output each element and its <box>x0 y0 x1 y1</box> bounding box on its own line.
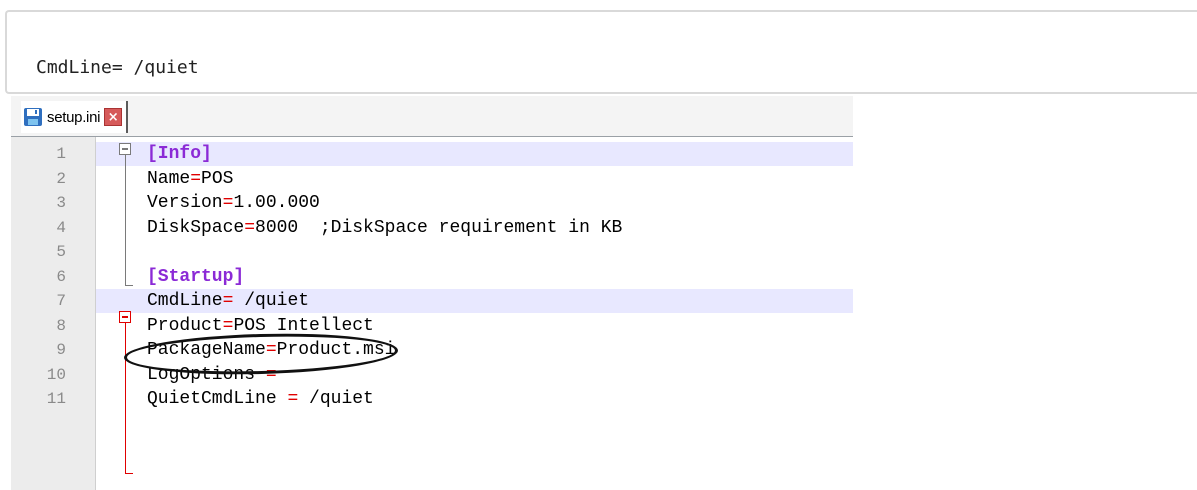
equals-operator: = <box>287 389 299 409</box>
code-line[interactable]: [Startup] <box>147 265 244 289</box>
line-number: 3 <box>56 194 66 212</box>
line-number: 4 <box>56 218 66 237</box>
fold-guide-end <box>125 473 133 474</box>
code-token: Name <box>147 168 191 189</box>
section-header: [Startup] <box>147 266 245 287</box>
line-number: 6 <box>56 267 66 286</box>
fold-collapse-icon[interactable] <box>119 143 131 155</box>
tab-label: setup.ini <box>47 108 101 126</box>
code-token: DiskSpace <box>147 217 245 238</box>
equals-operator: = <box>222 315 234 336</box>
fold-guide <box>125 155 126 285</box>
code-token: Version <box>147 193 223 213</box>
fold-guide-end <box>125 285 133 286</box>
code-line[interactable]: [Info] <box>147 142 212 166</box>
code-token: /quiet <box>298 389 374 409</box>
code-snippet-text: CmdLine= /quiet <box>36 57 199 78</box>
code-line[interactable]: CmdLine= /quiet <box>147 289 309 313</box>
code-token: /quiet <box>233 291 310 311</box>
code-token: 8000 ;DiskSpace requirement in KB <box>255 217 623 238</box>
code-snippet-panel: CmdLine= /quiet <box>5 10 1197 94</box>
code-line[interactable]: DiskSpace=8000 ;DiskSpace requirement in… <box>147 216 622 240</box>
code-line[interactable]: Name=POS <box>147 167 233 191</box>
line-number: 8 <box>56 316 66 335</box>
code-token: 1.00.000 <box>233 193 320 213</box>
code-token: QuietCmdLine <box>147 389 288 409</box>
line-number: 7 <box>56 292 66 310</box>
tab-bar: setup.ini × <box>11 96 853 137</box>
equals-operator: = <box>222 193 234 213</box>
line-number: 5 <box>56 243 66 261</box>
code-token: Product <box>147 315 223 336</box>
close-icon[interactable]: × <box>104 108 123 126</box>
line-number: 10 <box>46 365 66 384</box>
equals-operator: = <box>222 291 234 311</box>
notepad-editor-screenshot: setup.ini × 1 [Info] 2 Name=POS 3 Version=1.0… <box>11 96 853 490</box>
code-line[interactable]: Version=1.00.000 <box>147 191 320 215</box>
section-header: [Info] <box>147 144 212 164</box>
code-token: POS Intellect <box>233 315 374 336</box>
tab-setup-ini[interactable]: setup.ini × <box>21 101 129 133</box>
equals-operator: = <box>244 217 256 238</box>
line-number: 9 <box>56 341 66 359</box>
fold-collapse-icon[interactable] <box>119 311 131 323</box>
code-token: CmdLine <box>147 291 223 311</box>
save-icon <box>23 107 43 127</box>
line-number: 2 <box>56 169 66 188</box>
fold-guide <box>125 323 126 473</box>
line-number: 1 <box>56 145 66 163</box>
line-number: 11 <box>46 390 66 408</box>
code-line[interactable]: QuietCmdLine = /quiet <box>147 387 374 411</box>
equals-operator: = <box>190 168 202 189</box>
code-token: POS <box>201 168 234 189</box>
